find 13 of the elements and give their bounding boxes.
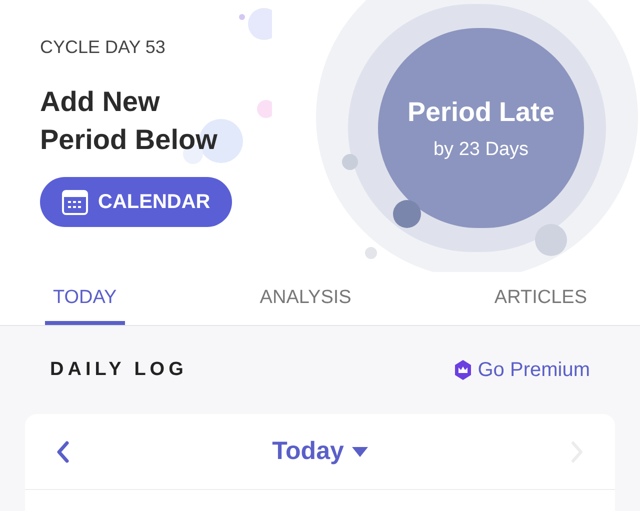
tab[interactable]: ARTICLES [486,275,595,325]
headline: Add New Period Below [40,85,218,157]
cycle-day: CYCLE DAY 53 [40,34,166,61]
section-title: DAILY LOG [50,358,188,382]
crown-icon [454,360,472,380]
status-title: Period Late [407,96,555,128]
calendar-icon [62,189,88,215]
date-dropdown[interactable]: Today [272,432,368,470]
status-subtitle: by 23 Days [433,138,529,162]
caret-icon [352,446,368,456]
go-premium-link[interactable]: Go Premium [454,355,590,385]
tab[interactable]: ANALYSIS [252,275,360,325]
calendar-button[interactable]: CALENDAR [40,177,232,227]
